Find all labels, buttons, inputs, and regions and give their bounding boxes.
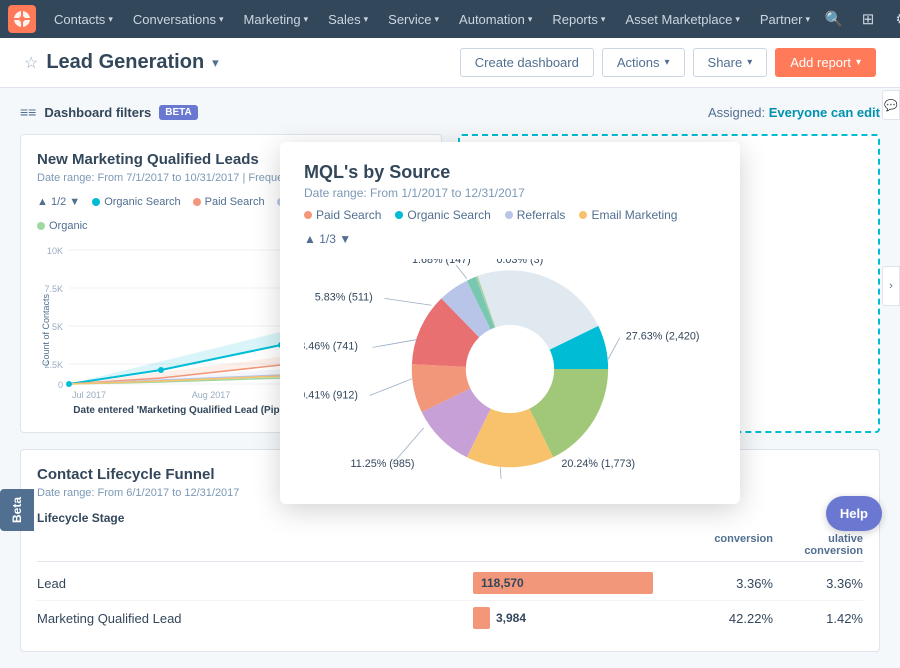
hubspot-logo[interactable] (8, 5, 36, 33)
svg-text:5K: 5K (52, 322, 63, 332)
nav-marketing[interactable]: Marketing▾ (233, 0, 318, 38)
assigned-label: Assigned: (708, 105, 765, 120)
nav-right-actions: 🔍 ⊞ ⚙ 🔔 (820, 5, 900, 33)
nav-partner[interactable]: Partner▾ (750, 0, 820, 38)
help-button[interactable]: Help (826, 496, 882, 531)
svg-text:Jul 2017: Jul 2017 (72, 390, 106, 400)
settings-icon[interactable]: ⚙ (888, 5, 900, 33)
nav-service[interactable]: Service▾ (378, 0, 449, 38)
funnel-conversion-mql: 42.22% (693, 611, 773, 626)
beta-badge: BETA (159, 105, 197, 120)
page-title: Lead Generation (46, 51, 204, 74)
svg-text:11.25% (985): 11.25% (985) (351, 458, 415, 470)
nav-conversations[interactable]: Conversations▾ (123, 0, 234, 38)
title-dropdown-icon[interactable]: ▾ (212, 55, 219, 71)
nav-contacts[interactable]: Contacts▾ (44, 0, 123, 38)
legend-organic-search: Organic Search (92, 196, 180, 208)
svg-text:0: 0 (58, 380, 63, 390)
popup-subtitle: Date range: From 1/1/2017 to 12/31/2017 (304, 186, 716, 200)
svg-text:0.03% (3): 0.03% (3) (496, 259, 543, 266)
right-collapse-button[interactable]: › (882, 266, 900, 306)
page-title-area: ☆ Lead Generation ▾ (24, 51, 460, 74)
legend-paid-search: Paid Search (193, 196, 265, 208)
funnel-bar-mql: 3,984 (473, 607, 693, 629)
filters-right: Assigned: Everyone can edit (708, 105, 880, 120)
legend-organic: Organic (37, 220, 88, 232)
svg-text:1.68% (147): 1.68% (147) (412, 259, 471, 266)
beta-button[interactable]: Beta (0, 489, 34, 531)
share-button[interactable]: Share ▾ (693, 48, 768, 77)
actions-button[interactable]: Actions ▾ (602, 48, 685, 77)
funnel-stage-lead: Lead (37, 576, 473, 591)
funnel-bar-lead: 118,570 (473, 572, 693, 594)
filters-row: ≡≡ Dashboard filters BETA Assigned: Ever… (20, 104, 880, 120)
filters-label: Dashboard filters (44, 105, 151, 120)
funnel-table-header: conversion ulative conversion (37, 533, 863, 562)
svg-text:5.83% (511): 5.83% (511) (315, 291, 373, 303)
popup-title: MQL's by Source (304, 162, 716, 183)
popup-legend-organic-search: Organic Search (395, 208, 490, 222)
subheader-actions: Create dashboard Actions ▾ Share ▾ Add r… (460, 48, 876, 77)
svg-text:10.41% (912): 10.41% (912) (304, 389, 358, 401)
nav-reports[interactable]: Reports▾ (542, 0, 615, 38)
svg-text:Aug 2017: Aug 2017 (192, 390, 231, 400)
svg-text:8.46% (741): 8.46% (741) (304, 340, 358, 352)
funnel-conversion-lead: 3.36% (693, 576, 773, 591)
chat-icon[interactable]: 💬 (882, 90, 900, 120)
mql-popup-card: MQL's by Source Date range: From 1/1/201… (280, 142, 740, 504)
stage-label: Lifecycle Stage (37, 511, 863, 525)
conversion-header: conversion (693, 533, 773, 557)
popup-legend-referrals: Referrals (505, 208, 566, 222)
popup-counter: ▲ 1/3 ▼ (304, 232, 716, 246)
nav-sales[interactable]: Sales▾ (318, 0, 378, 38)
filter-icon: ≡≡ (20, 104, 36, 120)
main-content: ≡≡ Dashboard filters BETA Assigned: Ever… (0, 88, 900, 668)
assigned-value[interactable]: Everyone can edit (769, 105, 880, 120)
nav-automation[interactable]: Automation▾ (449, 0, 542, 38)
funnel-row-lead: Lead 118,570 3.36% 3.36% (37, 566, 863, 601)
svg-text:27.63% (2,420): 27.63% (2,420) (626, 331, 700, 343)
popup-legend: Paid Search Organic Search Referrals Ema… (304, 208, 716, 222)
svg-text:10K: 10K (47, 246, 63, 256)
funnel-stage-mql: Marketing Qualified Lead (37, 611, 473, 626)
svg-text:7.5K: 7.5K (44, 284, 63, 294)
funnel-row-mql: Marketing Qualified Lead 3,984 42.22% 1.… (37, 601, 863, 635)
top-navigation: Contacts▾ Conversations▾ Marketing▾ Sale… (0, 0, 900, 38)
subheader: ☆ Lead Generation ▾ Create dashboard Act… (0, 38, 900, 88)
legend-triangle-icon: ▲ 1/2 ▼ (37, 196, 80, 208)
filters-left: ≡≡ Dashboard filters BETA (20, 104, 198, 120)
search-icon[interactable]: 🔍 (820, 5, 848, 33)
pie-chart-svg: 27.63% (2,420) 20.24% (1,773) 14.46% (1,… (304, 259, 716, 479)
add-report-button[interactable]: Add report ▾ (775, 48, 876, 77)
popup-legend-paid-search: Paid Search (304, 208, 381, 222)
nav-items: Contacts▾ Conversations▾ Marketing▾ Sale… (44, 0, 820, 38)
pie-chart-container: 27.63% (2,420) 20.24% (1,773) 14.46% (1,… (304, 254, 716, 484)
create-dashboard-button[interactable]: Create dashboard (460, 48, 594, 77)
cumulative-header: ulative conversion (773, 533, 863, 557)
funnel-count-mql: 3,984 (496, 611, 526, 625)
funnel-count-lead: 118,570 (481, 576, 524, 590)
svg-text:20.24% (1,773): 20.24% (1,773) (561, 458, 635, 470)
funnel-cumulative-mql: 1.42% (773, 611, 863, 626)
funnel-cumulative-lead: 3.36% (773, 576, 863, 591)
nav-asset-marketplace[interactable]: Asset Marketplace▾ (615, 0, 749, 38)
grid-icon[interactable]: ⊞ (854, 5, 882, 33)
popup-legend-email-marketing: Email Marketing (579, 208, 677, 222)
svg-text:Count of Contacts: Count of Contacts (41, 293, 51, 366)
favorite-star-icon[interactable]: ☆ (24, 53, 38, 73)
